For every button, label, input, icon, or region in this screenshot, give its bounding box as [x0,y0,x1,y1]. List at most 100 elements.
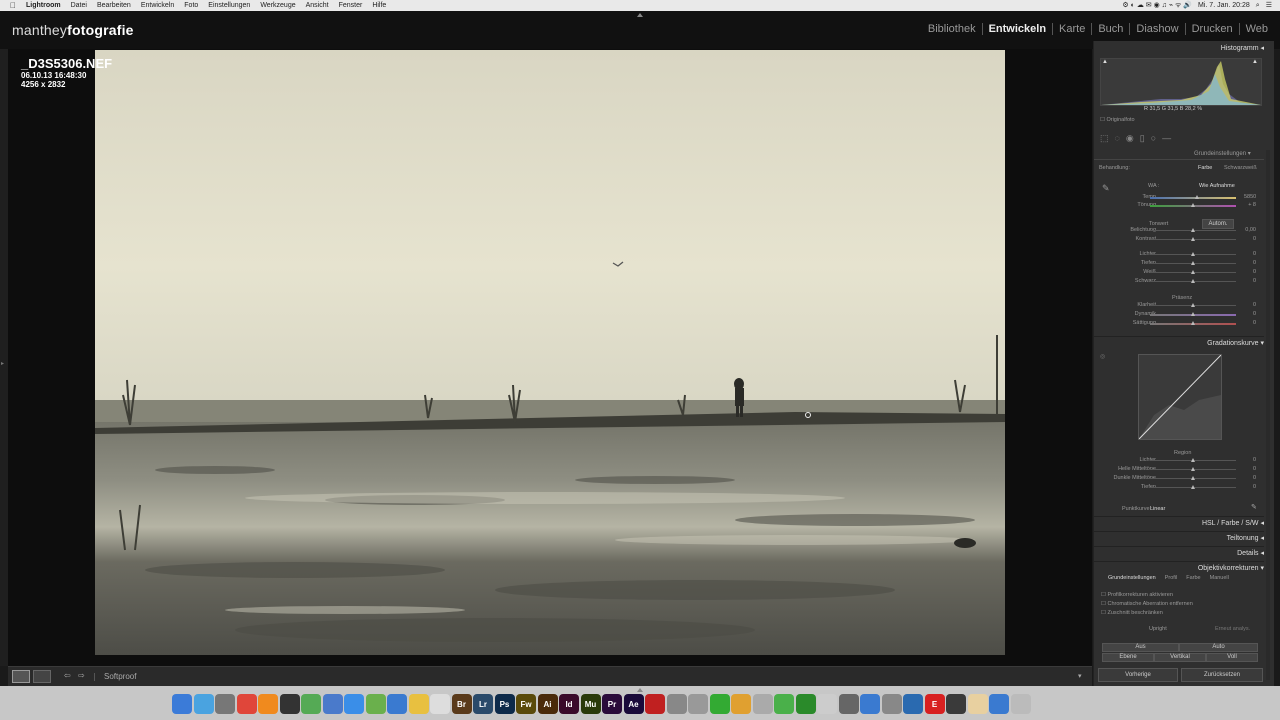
original-photo-checkbox[interactable]: ☐ Originalfoto [1100,117,1135,123]
slider-value-weiss[interactable]: 0 [1244,269,1256,275]
slider-value-k_tiefen[interactable]: 0 [1244,484,1256,490]
left-panel-collapsed[interactable] [0,49,8,666]
search-icon[interactable]: ⌕ [1256,0,1260,11]
dock-pr-icon[interactable]: Pr [602,694,622,714]
slider-knob-schwarz[interactable] [1191,279,1195,283]
slider-value-lichter[interactable]: 0 [1244,251,1256,257]
menu-werkzeuge[interactable]: Werkzeuge [260,0,295,11]
wb-picker-icon[interactable]: ✎ [1102,183,1110,194]
chromatic-aberration-checkbox[interactable]: ☐ Chromatische Aberration entfernen [1101,601,1193,607]
hsl-header[interactable]: HSL / Farbe / S/W ◂ [1094,516,1264,532]
brush-icon[interactable]: — [1162,133,1177,143]
slider-value-tiefen[interactable]: 0 [1244,260,1256,266]
dock-tool-icon[interactable] [860,694,880,714]
dock-squared-icon[interactable] [258,694,278,714]
slider-knob-k_tiefen[interactable] [1191,485,1195,489]
slider-value-kontrast[interactable]: 0 [1244,236,1256,242]
split-toning-header[interactable]: Teiltonung ◂ [1094,531,1264,547]
slider-value-schwarz[interactable]: 0 [1244,278,1256,284]
histogram-header[interactable]: Histogramm ◂ [1094,44,1264,57]
spot-removal-icon[interactable]: ◌ [1115,133,1126,143]
wb-value[interactable]: Wie Aufnahme [1199,183,1235,189]
constrain-crop-checkbox[interactable]: ☐ Zuschnitt beschränken [1101,610,1163,616]
details-header[interactable]: Details ◂ [1094,546,1264,562]
lens-tab-color[interactable]: Farbe [1186,575,1200,584]
dock-evernote-icon[interactable] [709,694,730,714]
lens-tab-manual[interactable]: Manuell [1210,575,1229,584]
menu-hilfe[interactable]: Hilfe [372,0,386,11]
dock-calendar-icon[interactable] [430,694,450,714]
dock-ai-icon[interactable]: Ai [537,694,558,714]
radial-filter-icon[interactable]: ○ [1151,133,1162,143]
dock-finder-icon[interactable] [172,694,192,714]
collapse-filmstrip-icon[interactable] [637,688,643,692]
menu-foto[interactable]: Foto [184,0,198,11]
dock-directory-icon[interactable] [322,694,343,714]
menu-datei[interactable]: Datei [71,0,87,11]
dock-mail-icon[interactable] [967,694,988,714]
treatment-bw[interactable]: Schwarzweiß [1224,165,1257,171]
slider-value-k_helle[interactable]: 0 [1244,466,1256,472]
slider-knob-belichtung[interactable] [1191,228,1195,232]
slider-value-toenung[interactable]: + 8 [1244,202,1256,208]
basic-section-header[interactable]: Grundeinstellungen ▾ [1194,150,1251,157]
dock-migrator-icon[interactable] [301,694,321,714]
loupe-view-icon[interactable] [12,670,30,683]
compare-view-icon[interactable] [33,670,51,683]
module-karte[interactable]: Karte [1052,23,1091,35]
dock-mu-icon[interactable]: Mu [580,694,601,714]
lens-tab-basic[interactable]: Grundeinstellungen [1108,575,1156,584]
left-panel-toggle-icon[interactable]: ▸ [1,360,4,367]
upright-full-button[interactable]: Voll [1206,653,1258,662]
slider-value-dynamik[interactable]: 0 [1244,311,1256,317]
slider-knob-kontrast[interactable] [1191,237,1195,241]
tone-curve-header[interactable]: Gradationskurve ▾ [1094,336,1264,352]
slider-knob-dynamik[interactable] [1191,312,1195,316]
menu-entwickeln[interactable]: Entwickeln [141,0,174,11]
slider-knob-tiefen[interactable] [1191,261,1195,265]
clock[interactable]: Mi. 7. Jan. 20:28 [1198,0,1250,11]
auto-tone-button[interactable]: Autom. [1202,219,1234,229]
upright-level-button[interactable]: Ebene [1102,653,1154,662]
point-curve-value[interactable]: Linear [1150,506,1165,512]
reset-button[interactable]: Zurücksetzen [1181,668,1263,682]
dock-terminal-icon[interactable] [279,694,300,714]
lens-tab-profile[interactable]: Profil [1165,575,1178,584]
module-entwickeln[interactable]: Entwickeln [981,23,1052,35]
dock-fw-icon[interactable]: Fw [516,694,536,714]
softproof-label[interactable]: Softproof [104,672,136,681]
menu-ansicht[interactable]: Ansicht [306,0,329,11]
module-web[interactable]: Web [1238,23,1274,35]
dock-info2-icon[interactable] [989,694,1009,714]
module-buch[interactable]: Buch [1091,23,1129,35]
dock-info-icon[interactable] [387,694,407,714]
slider-knob-lichter[interactable] [1191,252,1195,256]
dock-bridge-icon[interactable]: Br [451,694,472,714]
slider-knob-toenung[interactable] [1191,203,1195,207]
curve-edit-icon[interactable]: ✎ [1251,503,1257,511]
dock-pen-icon[interactable] [688,694,708,714]
slider-value-temp[interactable]: 5850 [1244,194,1256,200]
dock-trash-icon[interactable] [1010,694,1031,714]
previous-button[interactable]: Vorherige [1098,668,1178,682]
right-panel-scrollbar[interactable] [1266,150,1270,680]
dock-messages-icon[interactable] [774,694,794,714]
prev-arrow-icon[interactable]: ⇦ [64,671,71,680]
menu-app-name[interactable]: Lightroom [26,0,61,11]
module-bibliothek[interactable]: Bibliothek [922,23,982,35]
dock-discs-icon[interactable] [817,694,837,714]
status-icons[interactable]: ⚙ ◐ ☁ ✉ ◉ ♫ ⌁ ᯤ 🔊 [1122,0,1192,11]
dock-safari-icon[interactable] [193,694,214,714]
slider-track-temp[interactable] [1150,197,1236,199]
slider-knob-k_helle[interactable] [1191,467,1195,471]
slider-value-k_dunkle[interactable]: 0 [1244,475,1256,481]
dock-lr-icon[interactable]: Lr [473,694,493,714]
dock-safari2-icon[interactable] [344,694,364,714]
dock-draw-icon[interactable] [881,694,902,714]
slider-knob-saettigung[interactable] [1191,321,1195,325]
next-arrow-icon[interactable]: ⇨ [78,671,85,680]
slider-knob-klarheit[interactable] [1191,303,1195,307]
dock-maps-icon[interactable] [365,694,386,714]
slider-knob-k_lichter[interactable] [1191,458,1195,462]
slider-knob-k_dunkle[interactable] [1191,476,1195,480]
